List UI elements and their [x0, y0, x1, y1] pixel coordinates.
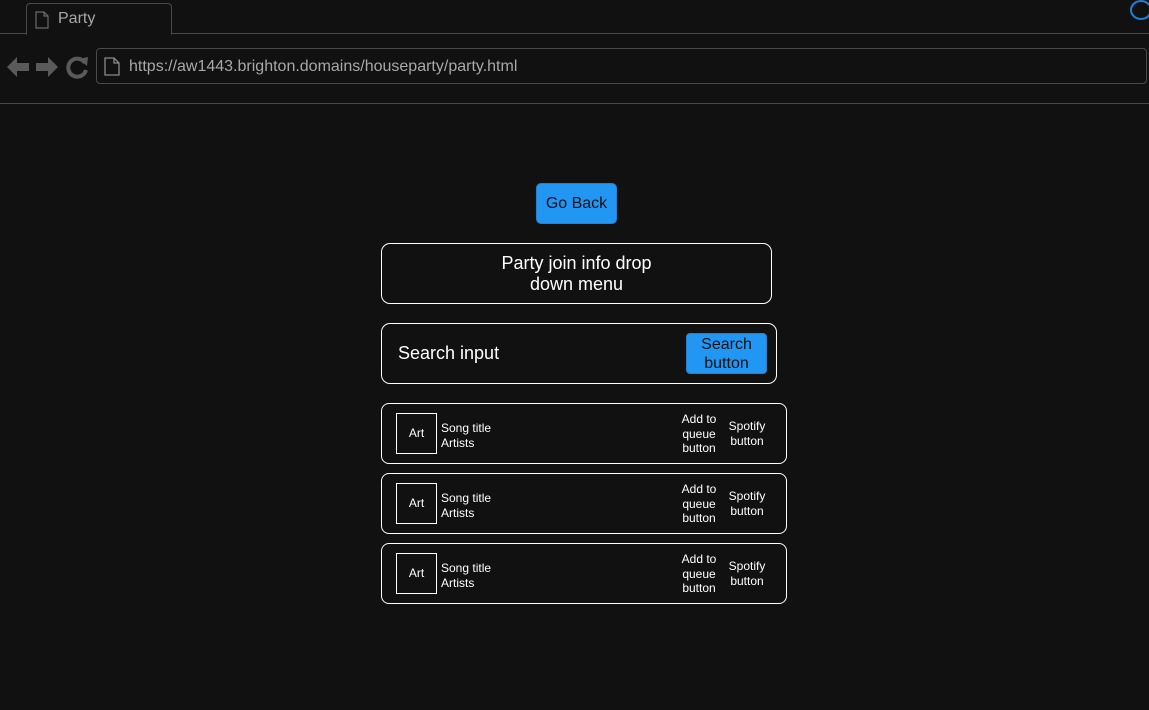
browser-chrome: Party https://aw1443.brighton.domains/ho… [0, 0, 1149, 104]
navigation-bar: https://aw1443.brighton.domains/housepar… [0, 34, 1149, 104]
spotify-button[interactable]: Spotify button [723, 489, 771, 519]
song-title: Song title [441, 561, 492, 575]
page-icon [104, 57, 120, 76]
song-title: Song title [441, 491, 492, 505]
song-info: Song title Artists [441, 491, 491, 521]
dropdown-label: Party join info drop down menu [501, 252, 652, 294]
song-info: Song title Artists [441, 561, 491, 591]
forward-arrow-icon[interactable] [35, 56, 59, 78]
tab-strip: Party [0, 0, 1149, 35]
add-to-queue-button[interactable]: Add to queue button [675, 412, 723, 456]
page-icon [35, 11, 49, 29]
album-art: Art [396, 413, 437, 454]
song-info: Song title Artists [441, 421, 491, 451]
search-input[interactable]: Search input [398, 343, 499, 364]
address-bar[interactable]: https://aw1443.brighton.domains/housepar… [96, 48, 1147, 84]
album-art: Art [396, 483, 437, 524]
browser-tab[interactable]: Party [26, 3, 172, 35]
reload-icon[interactable] [66, 55, 90, 79]
song-artists: Artists [441, 576, 475, 590]
back-arrow-icon[interactable] [6, 56, 30, 78]
loading-spinner-icon [1130, 0, 1149, 20]
song-list-item: Art Song title Artists Add to queue butt… [381, 543, 787, 604]
party-join-info-dropdown[interactable]: Party join info drop down menu [381, 243, 772, 304]
song-artists: Artists [441, 436, 475, 450]
search-box[interactable]: Search input Search button [381, 323, 777, 384]
tab-title: Party [58, 10, 96, 27]
address-url: https://aw1443.brighton.domains/housepar… [129, 58, 518, 75]
album-art: Art [396, 553, 437, 594]
song-artists: Artists [441, 506, 475, 520]
add-to-queue-button[interactable]: Add to queue button [675, 482, 723, 526]
song-title: Song title [441, 421, 492, 435]
spotify-button[interactable]: Spotify button [723, 559, 771, 589]
search-button[interactable]: Search button [686, 333, 767, 374]
add-to-queue-button[interactable]: Add to queue button [675, 552, 723, 596]
go-back-button[interactable]: Go Back [536, 183, 617, 224]
song-list-item: Art Song title Artists Add to queue butt… [381, 473, 787, 534]
song-list-item: Art Song title Artists Add to queue butt… [381, 403, 787, 464]
spotify-button[interactable]: Spotify button [723, 419, 771, 449]
